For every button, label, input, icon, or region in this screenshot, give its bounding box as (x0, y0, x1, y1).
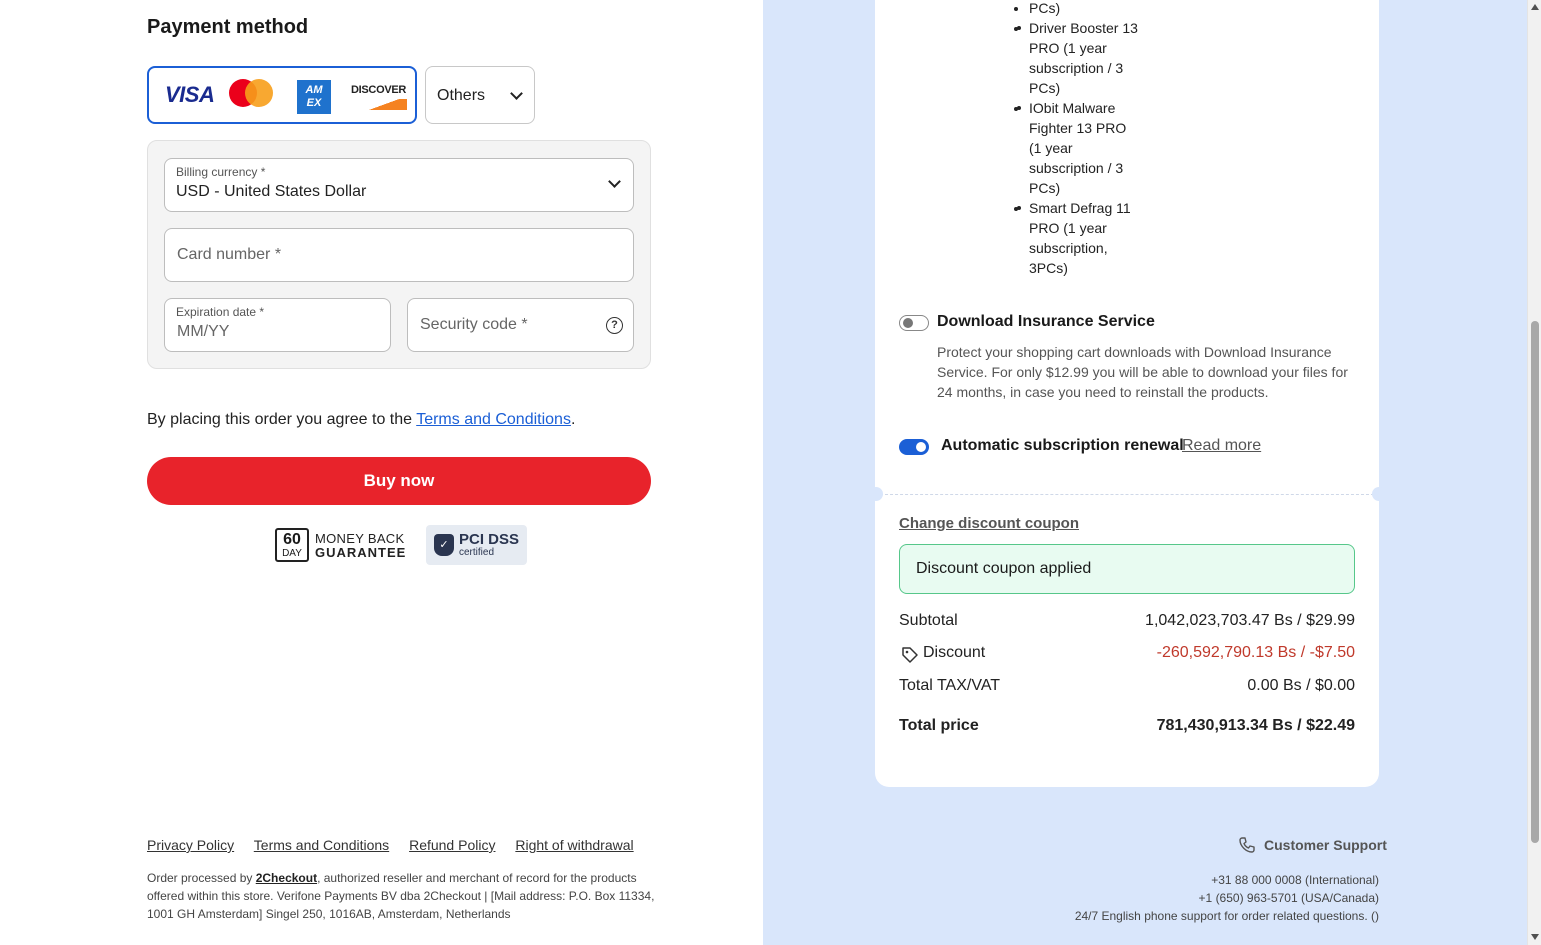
tax-value: 0.00 Bs / $0.00 (1247, 677, 1355, 694)
coupon-status-text: Discount coupon applied (916, 560, 1092, 577)
support-phone-list: +31 88 000 0008 (International) +1 (650)… (1075, 871, 1379, 925)
billing-currency-select[interactable]: Billing currency * USD - United States D… (164, 158, 634, 212)
privacy-policy-link[interactable]: Privacy Policy (147, 837, 234, 853)
discover-icon: DISCOVER (351, 84, 409, 110)
mastercard-icon (229, 79, 273, 107)
payment-method-title: Payment method (147, 16, 309, 38)
security-code-field[interactable]: Security code * ? (407, 298, 634, 352)
money-back-badge: 60 DAY MONEY BACK GUARANTEE (275, 528, 407, 562)
sixty-day-icon: 60 DAY (275, 528, 309, 562)
tag-icon (902, 647, 918, 663)
discount-value: -260,592,790.13 Bs / -$7.50 (1156, 644, 1355, 661)
scroll-down-icon[interactable] (1531, 934, 1539, 940)
download-insurance-toggle[interactable] (899, 315, 929, 331)
list-item: PCs) (1029, 0, 1139, 18)
payment-panel: Payment method VISA AM EX DISCOVER Other… (0, 0, 763, 945)
scroll-thumb[interactable] (1531, 321, 1539, 843)
scroll-up-icon[interactable] (1531, 4, 1539, 10)
subtotal-label: Subtotal (899, 612, 958, 629)
chevron-down-icon (510, 87, 523, 100)
terms-conditions-link[interactable]: Terms and Conditions (254, 837, 389, 853)
pci-title: PCI DSS (459, 531, 520, 548)
terms-link[interactable]: Terms and Conditions (416, 411, 571, 428)
change-coupon-link[interactable]: Change discount coupon (899, 515, 1079, 532)
total-value: 781,430,913.34 Bs / $22.49 (1156, 717, 1355, 734)
visa-icon: VISA (165, 82, 215, 107)
agreement-prefix: By placing this order you agree to the (147, 411, 417, 428)
billing-currency-label: Billing currency * (176, 165, 266, 179)
pci-dss-badge: ✓ PCI DSS certified (426, 525, 527, 565)
money-back-number: 60 (283, 531, 301, 548)
download-insurance-title: Download Insurance Service (937, 313, 1155, 330)
refund-policy-link[interactable]: Refund Policy (409, 837, 495, 853)
terms-agreement: By placing this order you agree to the T… (147, 411, 575, 429)
product-bullet-list: PCs) Driver Booster 13 PRO (1 year subsc… (1017, 0, 1139, 278)
help-icon[interactable]: ? (606, 317, 623, 334)
ticket-notch-right (1372, 487, 1386, 501)
legal-notice: Order processed by 2Checkout, authorized… (147, 869, 657, 923)
expiration-date-field[interactable]: Expiration date * MM/YY (164, 298, 391, 352)
support-line: 24/7 English phone support for order rel… (1074, 909, 1379, 923)
billing-currency-value: USD - United States Dollar (176, 183, 367, 200)
support-line: +1 (650) 963-5701 (USA/Canada) (1198, 891, 1379, 905)
money-back-line1: MONEY BACK (315, 531, 405, 546)
list-item: Driver Booster 13 PRO (1 year subscripti… (1017, 18, 1139, 98)
read-more-link[interactable]: Read more (1182, 437, 1261, 455)
ticket-notch-left (869, 487, 883, 501)
page-scrollbar[interactable] (1527, 0, 1541, 945)
twocheckout-link[interactable]: 2Checkout (256, 871, 317, 885)
chevron-down-icon (608, 175, 621, 188)
customer-support-label: Customer Support (1264, 837, 1387, 853)
discount-label: Discount (923, 644, 986, 661)
expiration-date-label: Expiration date * (176, 305, 265, 319)
tax-label: Total TAX/VAT (899, 677, 1001, 694)
card-payment-option[interactable]: VISA AM EX DISCOVER (147, 66, 417, 124)
footer-links: Privacy Policy Terms and Conditions Refu… (147, 837, 650, 853)
card-form: Billing currency * USD - United States D… (147, 140, 651, 369)
security-code-placeholder: Security code * (420, 316, 528, 333)
support-line: +31 88 000 0008 (International) (1211, 873, 1379, 887)
list-item: Smart Defrag 11 PRO (1 year subscription… (1017, 198, 1139, 278)
right-of-withdrawal-link[interactable]: Right of withdrawal (515, 837, 633, 853)
auto-renewal-toggle[interactable] (899, 439, 929, 455)
legal-prefix: Order processed by (147, 871, 256, 885)
auto-renewal-title: Automatic subscription renewal (941, 437, 1184, 454)
money-back-unit: DAY (282, 548, 302, 559)
money-back-line2: GUARANTEE (315, 545, 407, 560)
expiration-date-placeholder: MM/YY (177, 323, 230, 340)
shield-lock-icon: ✓ (434, 534, 454, 556)
others-payment-dropdown[interactable]: Others (425, 66, 535, 124)
dashed-divider (875, 494, 1379, 495)
pci-subtitle: certified (459, 547, 495, 558)
subtotal-value: 1,042,023,703.47 Bs / $29.99 (1145, 612, 1355, 629)
others-label: Others (437, 87, 486, 104)
card-number-field[interactable]: Card number * (164, 228, 634, 282)
list-item: IObit Malware Fighter 13 PRO (1 year sub… (1017, 98, 1139, 198)
buy-now-button[interactable]: Buy now (147, 457, 651, 505)
agreement-suffix: . (570, 411, 576, 428)
amex-icon: AM EX (297, 80, 331, 114)
phone-icon (1239, 837, 1255, 853)
coupon-status-box: Discount coupon applied (899, 544, 1355, 594)
card-number-placeholder: Card number * (177, 246, 282, 263)
total-label: Total price (899, 717, 979, 734)
download-insurance-description: Protect your shopping cart downloads wit… (937, 344, 1348, 400)
